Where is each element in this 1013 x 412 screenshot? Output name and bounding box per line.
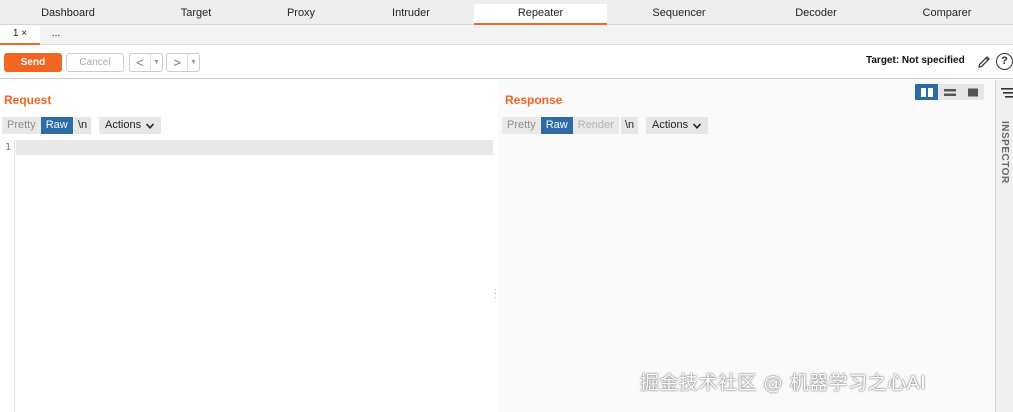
layout-split-icon[interactable] [915,84,938,100]
splitter-handle-icon[interactable]: · · · [494,286,497,302]
request-newline-toggle[interactable]: \n [74,117,92,134]
repeater-toolbar: Send Cancel < ▼ > ▼ Target: Not specifie… [0,45,1013,79]
request-actions-label: Actions [105,119,142,131]
response-actions-label: Actions [652,119,689,131]
top-tab-bar: Dashboard Target Proxy Intruder Repeater… [0,0,1013,25]
response-view-render[interactable]: Render [572,117,619,134]
forward-history-dropdown[interactable]: ▼ [187,54,199,71]
help-icon[interactable]: ? [996,53,1013,70]
subtab-1[interactable]: 1 × [0,25,40,45]
request-view-pretty[interactable]: Pretty [2,117,41,134]
tab-target[interactable]: Target [136,0,256,25]
send-button[interactable]: Send [4,53,62,72]
back-history-dropdown[interactable]: ▼ [150,54,162,71]
pencil-icon[interactable] [976,54,992,70]
response-actions-button[interactable]: Actions [646,117,709,134]
history-forward-group: > ▼ [166,53,200,72]
response-newline-toggle[interactable]: \n [621,117,639,134]
back-button[interactable]: < [130,54,150,71]
tab-decoder[interactable]: Decoder [751,0,881,25]
chevron-down-icon [145,122,155,129]
inspector-label[interactable]: INSPECTOR [999,121,1010,184]
layout-rows-icon[interactable] [938,84,961,100]
response-view-selector: Pretty Raw Render [502,117,619,134]
cancel-button[interactable]: Cancel [66,53,124,72]
repeater-subtab-bar: 1 × ... [0,25,1013,45]
request-actions-button[interactable]: Actions [99,117,162,134]
request-title: Request [4,93,52,107]
request-view-selector: Pretty Raw [2,117,73,134]
history-back-group: < ▼ [129,53,163,72]
inspector-menu-icon[interactable] [1001,88,1013,98]
tab-repeater[interactable]: Repeater [474,4,607,25]
tab-comparer[interactable]: Comparer [881,0,1013,25]
target-label: Target: Not specified [866,55,965,66]
response-title: Response [505,93,563,107]
subtab-new[interactable]: ... [40,25,72,45]
response-view-pretty[interactable]: Pretty [502,117,541,134]
tab-sequencer[interactable]: Sequencer [607,0,751,25]
layout-single-icon[interactable] [961,84,984,100]
response-view-raw[interactable]: Raw [540,117,573,134]
line-number: 1 [5,142,12,153]
request-view-raw[interactable]: Raw [40,117,73,134]
layout-toggle [915,84,984,100]
tab-intruder[interactable]: Intruder [346,0,476,25]
chevron-down-icon [692,122,702,129]
tab-dashboard[interactable]: Dashboard [0,0,136,25]
tab-proxy[interactable]: Proxy [256,0,346,25]
request-line-gutter [0,140,15,412]
forward-button[interactable]: > [167,54,187,71]
watermark: 掘金技术社区 @ 机器学习之心AI [640,372,927,394]
request-editor[interactable] [16,140,493,155]
